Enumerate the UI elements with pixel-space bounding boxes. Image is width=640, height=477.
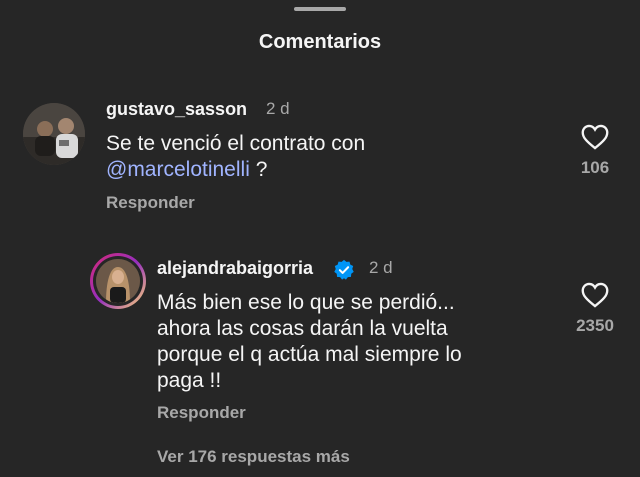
like-heart-icon[interactable] <box>581 124 609 150</box>
comment-timestamp: 2 d <box>266 99 290 118</box>
commenter-avatar[interactable] <box>23 103 85 165</box>
view-more-replies-button[interactable]: Ver 176 respuestas más <box>157 447 350 467</box>
reply-button[interactable]: Responder <box>106 193 195 213</box>
sheet-title: Comentarios <box>258 31 382 53</box>
reply-username[interactable]: alejandrabaigorria <box>157 258 313 279</box>
user-photo-avatar-with-story-ring-icon <box>96 259 140 303</box>
reply-text-line: porque el q actúa mal siempre lo <box>157 343 462 366</box>
reply-text-line: paga !! <box>157 369 222 392</box>
reply-text-line: ahora las cosas darán la vuelta <box>157 317 448 340</box>
user-photo-avatar-icon <box>23 103 85 165</box>
like-count: 106 <box>580 158 610 177</box>
comment-username[interactable]: gustavo_sasson <box>106 99 247 120</box>
like-count: 2350 <box>576 316 614 335</box>
comment-text-part: ? <box>249 158 268 181</box>
comment-text-part: Se te venció el contrato con <box>106 132 366 155</box>
reply-text: Más bien ese lo que se perdió... ahora l… <box>157 290 557 394</box>
mention-link[interactable]: @marcelotinelli <box>106 158 250 181</box>
comments-sheet: Comentarios gustavo_sasson 2 d Se te ven… <box>0 0 640 477</box>
comment-text: Se te venció el contrato con @marcelotin… <box>106 131 546 183</box>
reply-text-line: Más bien ese lo que se perdió... <box>157 291 455 314</box>
replier-avatar[interactable] <box>96 259 140 303</box>
verified-badge-icon <box>334 259 354 280</box>
sheet-drag-handle[interactable] <box>294 7 346 11</box>
reply-timestamp: 2 d <box>369 258 393 277</box>
like-heart-icon[interactable] <box>581 282 609 308</box>
reply-button[interactable]: Responder <box>157 403 246 423</box>
